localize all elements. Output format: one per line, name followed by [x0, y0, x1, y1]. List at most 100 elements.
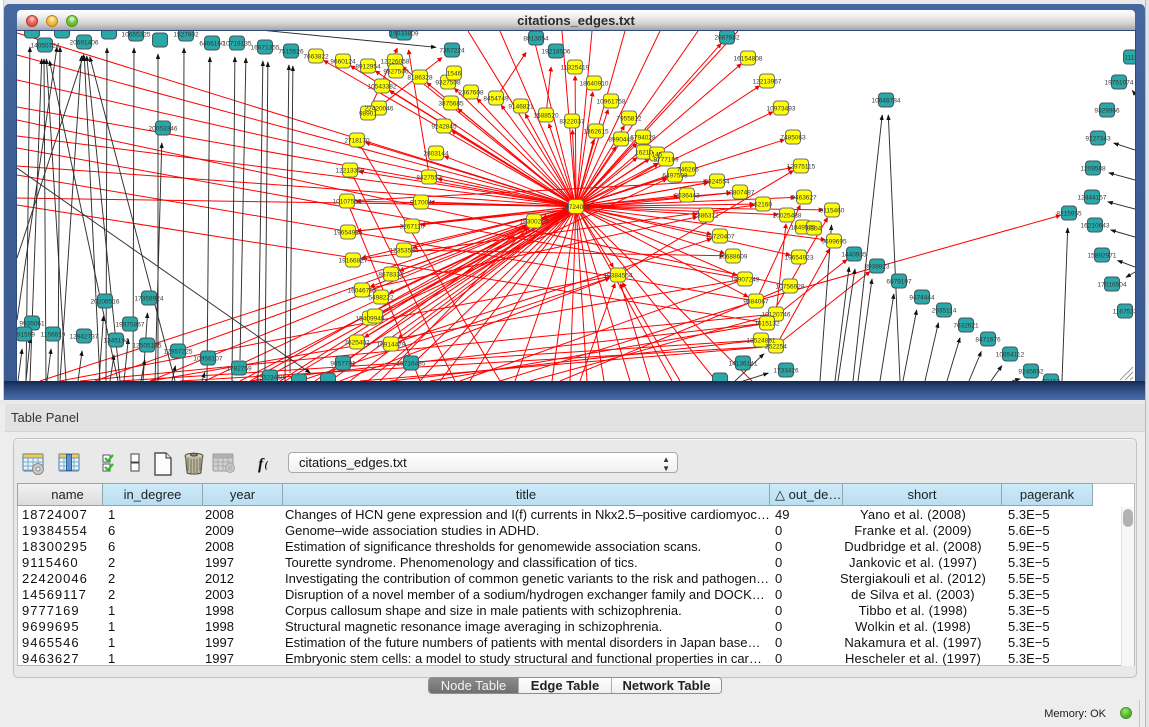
svg-text:17016504: 17016504 [1098, 282, 1127, 289]
svg-text:16210643: 16210643 [1081, 223, 1110, 230]
svg-text:18300295: 18300295 [520, 219, 549, 226]
svg-text:8186328: 8186328 [407, 75, 433, 82]
svg-text:9227343: 9227343 [1085, 136, 1111, 143]
svg-text:1112: 1112 [1124, 55, 1135, 62]
svg-text:20053346: 20053346 [149, 126, 178, 133]
svg-text:10543382: 10543382 [368, 84, 397, 91]
svg-text:19218506: 19218506 [542, 49, 571, 56]
svg-text:9245652: 9245652 [1018, 369, 1044, 376]
svg-text:10807487: 10807487 [726, 190, 755, 197]
svg-text:7955812: 7955812 [616, 116, 642, 123]
svg-text:7632621: 7632621 [953, 323, 979, 330]
svg-text:20206516: 20206516 [91, 299, 120, 306]
svg-text:12213369: 12213369 [336, 168, 365, 175]
svg-text:10107554: 10107554 [333, 199, 362, 206]
svg-text:18724007: 18724007 [562, 204, 591, 211]
svg-text:10973493: 10973493 [767, 106, 796, 113]
svg-text:6879197: 6879197 [886, 279, 912, 286]
svg-text:10961758: 10961758 [597, 99, 626, 106]
svg-text:9115460: 9115460 [820, 208, 845, 215]
svg-text:9327508: 9327508 [435, 80, 461, 87]
svg-text:9804: 9804 [807, 226, 822, 233]
svg-text:20691406: 20691406 [70, 40, 99, 47]
svg-text:7625402: 7625402 [344, 340, 370, 347]
svg-text:9699695: 9699695 [821, 239, 847, 246]
svg-text:2718170: 2718170 [344, 138, 370, 145]
svg-text:(x): (x) [265, 460, 269, 471]
svg-text:1209588: 1209588 [1080, 166, 1106, 173]
svg-text:10120746: 10120746 [762, 312, 791, 319]
svg-text:12975115: 12975115 [787, 164, 816, 171]
svg-text:9242845: 9242845 [431, 124, 457, 131]
svg-text:16033809: 16033809 [390, 31, 419, 38]
svg-text:1588520: 1588520 [533, 113, 559, 120]
svg-text:11325419: 11325419 [561, 65, 590, 72]
svg-text:1615132: 1615132 [754, 321, 780, 328]
svg-text:15716485: 15716485 [397, 361, 426, 368]
svg-text:15720407: 15720407 [706, 234, 735, 241]
svg-text:10958107: 10958107 [194, 356, 223, 363]
svg-text:7663822: 7663822 [303, 54, 329, 61]
svg-text:3267110: 3267110 [400, 224, 425, 231]
svg-text:12505185: 12505185 [133, 343, 162, 350]
svg-text:7357224: 7357224 [439, 48, 465, 55]
svg-text:8678332: 8678332 [378, 272, 404, 279]
svg-text:12226058: 12226058 [381, 59, 410, 66]
svg-text:6466160: 6466160 [199, 41, 225, 48]
svg-text:3824554: 3824554 [704, 179, 730, 186]
svg-text:8912954: 8912954 [355, 64, 381, 71]
svg-text:1546: 1546 [447, 71, 462, 78]
svg-text:1156819: 1156819 [41, 332, 66, 339]
svg-text:8322037: 8322037 [559, 119, 585, 126]
svg-text:8813054: 8813054 [523, 36, 549, 43]
svg-text:2087682: 2087682 [714, 35, 740, 42]
svg-text:16046755: 16046755 [348, 288, 377, 295]
svg-text:62160: 62160 [754, 202, 772, 209]
svg-text:9146821: 9146821 [508, 104, 534, 111]
svg-text:14136141: 14136141 [729, 361, 758, 368]
svg-text:12444157: 12444157 [1078, 195, 1107, 202]
svg-text:10648784: 10648784 [872, 98, 901, 105]
svg-text:9857791: 9857791 [330, 361, 356, 368]
svg-text:746266: 746266 [677, 167, 699, 174]
svg-text:10688609: 10688609 [719, 254, 748, 261]
svg-text:15409948: 15409948 [356, 316, 385, 323]
svg-text:6794028: 6794028 [630, 135, 656, 142]
svg-text:19654923: 19654923 [785, 255, 814, 262]
svg-text:9474444: 9474444 [909, 295, 935, 302]
svg-text:19751074: 19751074 [1105, 80, 1134, 87]
svg-text:9777169: 9777169 [653, 157, 679, 164]
svg-text:2935114: 2935114 [932, 308, 957, 315]
svg-text:2367608: 2367608 [458, 90, 484, 97]
svg-text:7485063: 7485063 [780, 135, 806, 142]
svg-text:16914479: 16914479 [377, 342, 406, 349]
svg-text:12213967: 12213967 [753, 79, 782, 86]
svg-text:18640910: 18640910 [580, 81, 609, 88]
svg-text:19975867: 19975867 [116, 322, 145, 329]
svg-text:19384554: 19384554 [604, 273, 633, 280]
svg-text:15892971: 15892971 [1088, 253, 1117, 260]
svg-text:6497508: 6497508 [662, 173, 688, 180]
svg-text:3875685: 3875685 [438, 101, 464, 108]
svg-text:8427552: 8427552 [416, 175, 442, 182]
svg-text:1167533: 1167533 [1113, 309, 1135, 316]
svg-text:991599: 991599 [17, 332, 35, 339]
svg-text:12942737: 12942737 [70, 334, 99, 341]
svg-text:1345194: 1345194 [103, 338, 129, 345]
svg-text:1782759: 1782759 [226, 366, 252, 373]
svg-text:9327500: 9327500 [383, 69, 409, 76]
svg-text:1440935: 1440935 [841, 252, 867, 259]
svg-text:10025438: 10025438 [773, 213, 802, 220]
svg-text:98901: 98901 [359, 111, 377, 118]
svg-text:18907249: 18907249 [731, 277, 760, 284]
svg-text:10719135: 10719135 [223, 41, 252, 48]
svg-text:16671355: 16671355 [251, 45, 280, 52]
svg-text:1527602: 1527602 [173, 32, 199, 39]
svg-text:1733426: 1733426 [773, 368, 799, 375]
svg-text:1362615: 1362615 [583, 129, 609, 136]
svg-text:17359924: 17359924 [135, 296, 164, 303]
svg-text:9329966: 9329966 [1094, 108, 1120, 115]
svg-text:8471676: 8471676 [975, 337, 1001, 344]
svg-text:9660124: 9660124 [330, 59, 356, 66]
svg-text:7515526: 7515526 [278, 49, 304, 56]
